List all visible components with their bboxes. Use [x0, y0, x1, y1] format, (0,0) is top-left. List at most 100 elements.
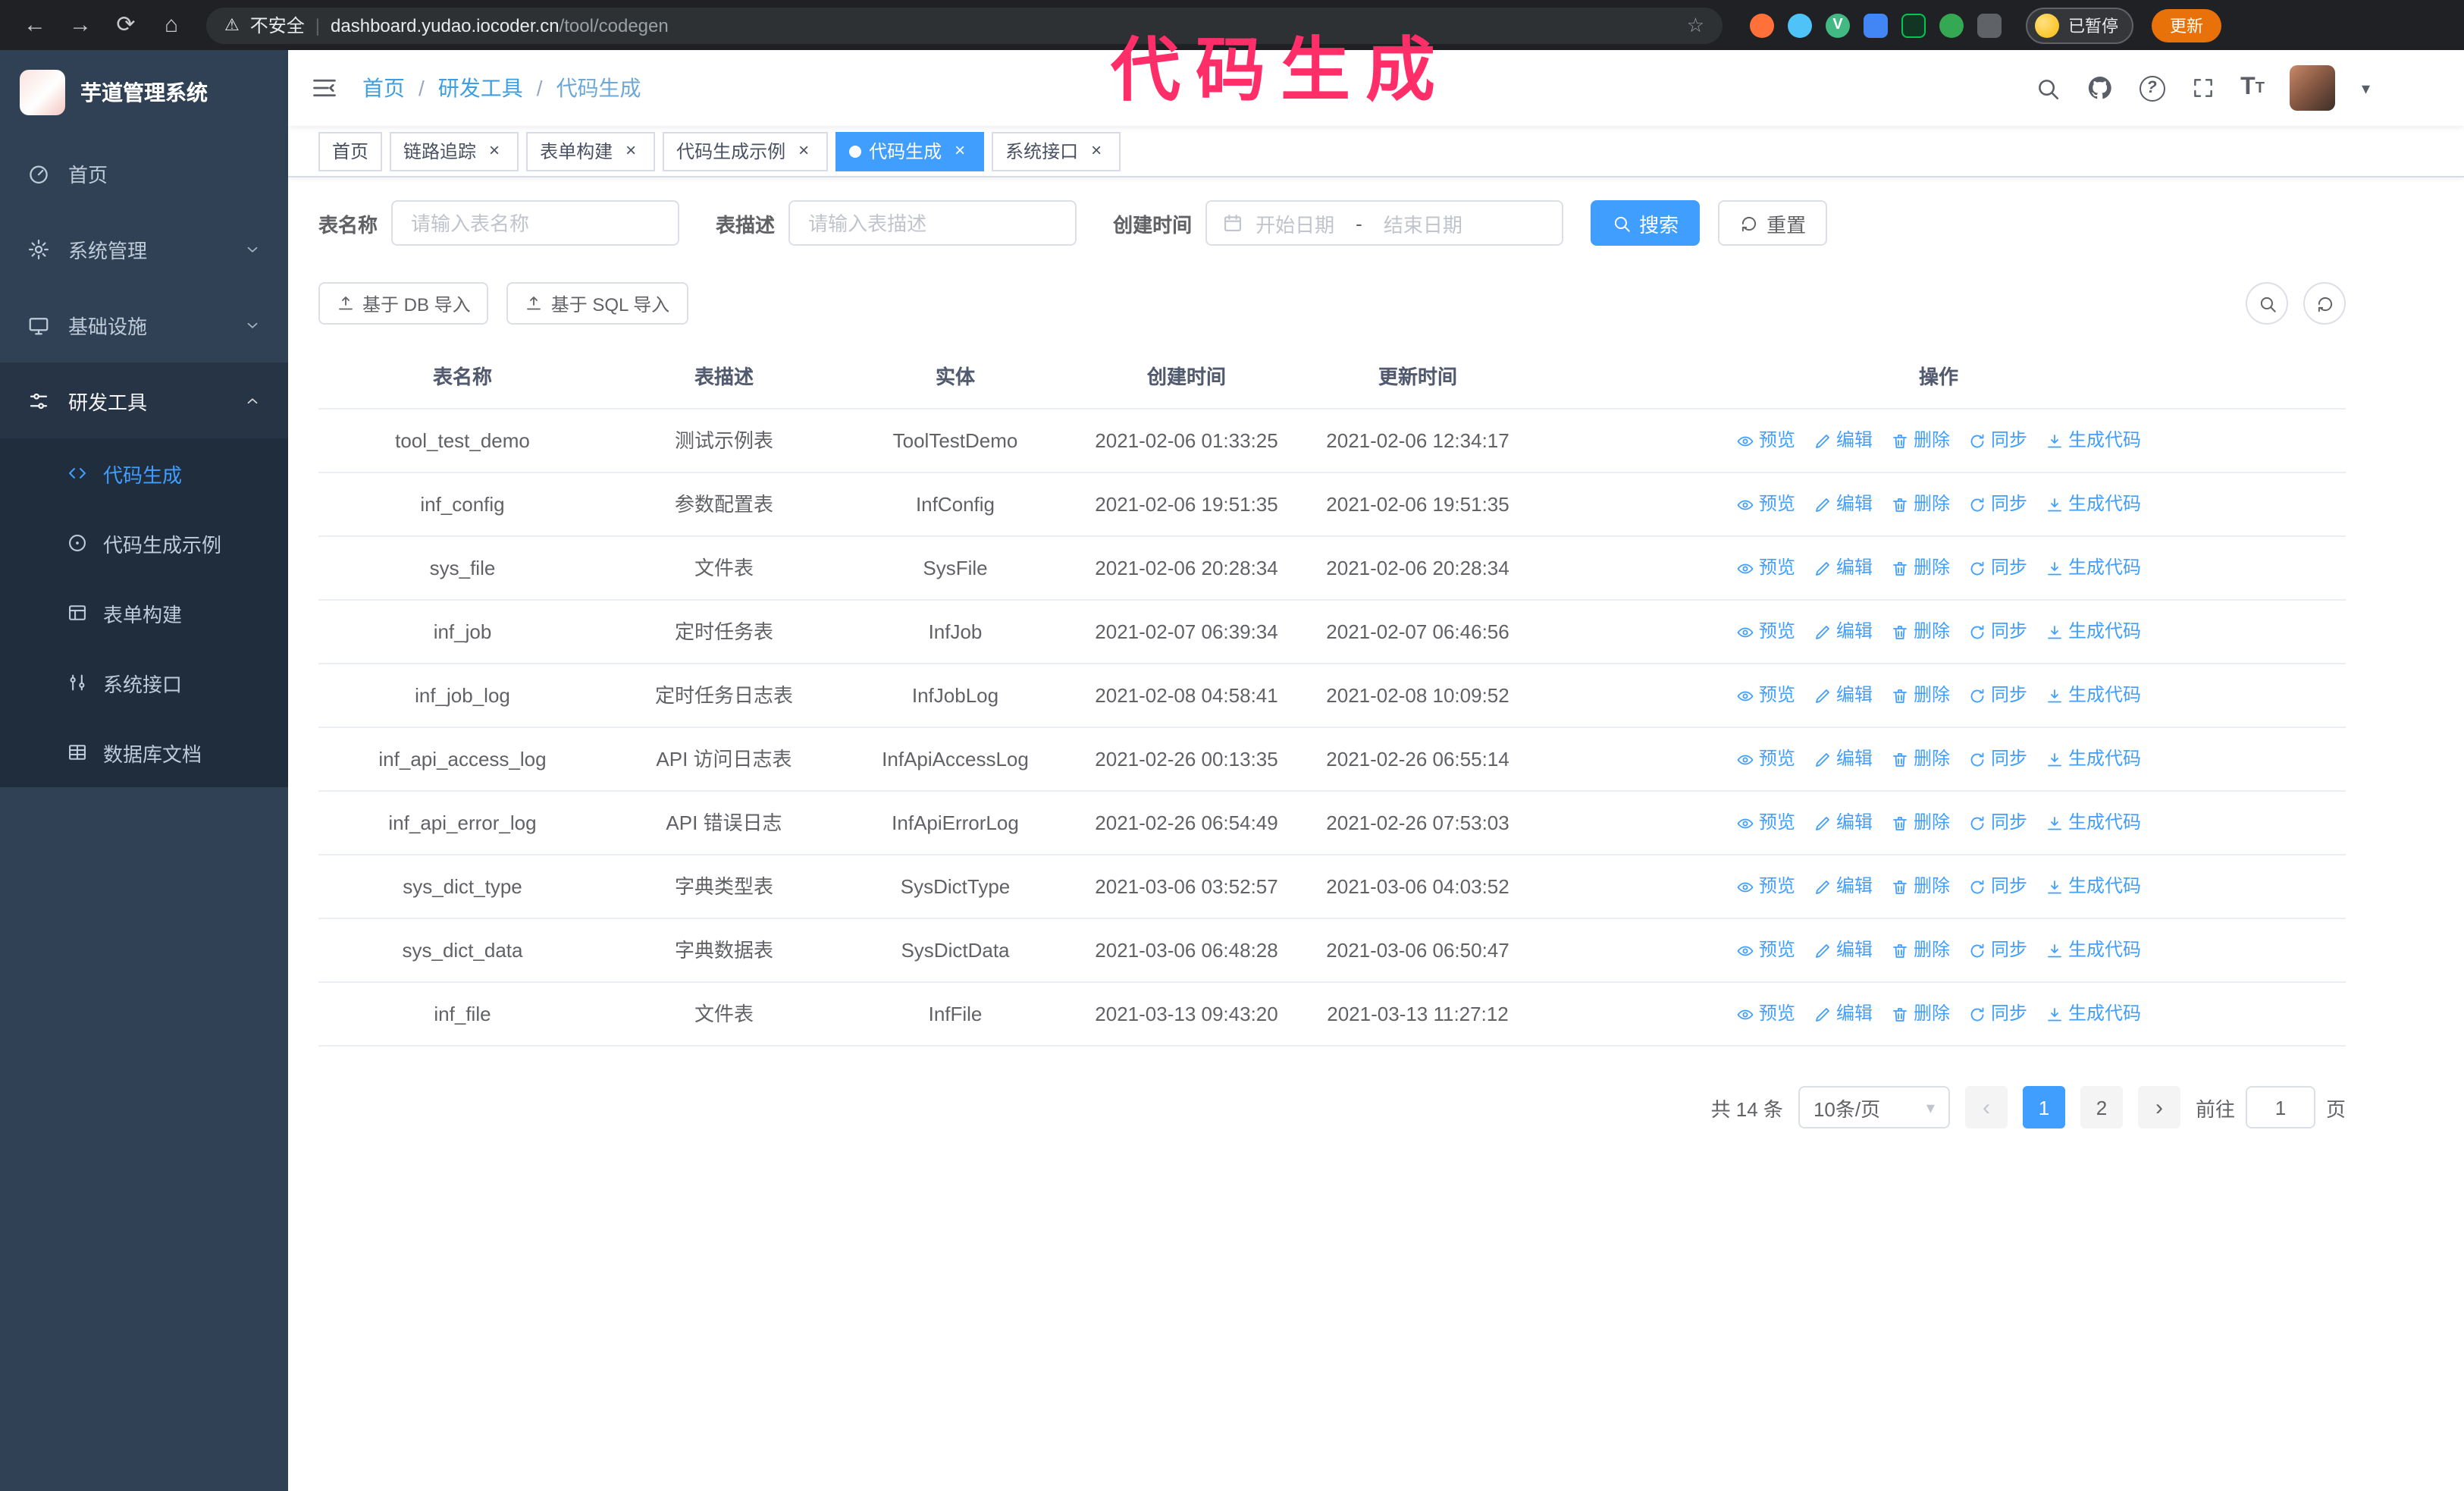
tab-codegen-example[interactable]: 代码生成示例 × — [663, 131, 829, 171]
tab-close-icon[interactable]: × — [484, 140, 505, 162]
generate-code-link[interactable]: 生成代码 — [2045, 743, 2141, 775]
sync-link[interactable]: 同步 — [1968, 488, 2027, 520]
tab-api[interactable]: 系统接口 × — [992, 131, 1121, 171]
preview-link[interactable]: 预览 — [1736, 998, 1795, 1030]
refresh-table-button[interactable] — [2303, 282, 2346, 325]
font-size-icon[interactable]: TT — [2240, 74, 2265, 102]
tab-close-icon[interactable]: × — [1086, 140, 1107, 162]
tab-close-icon[interactable]: × — [949, 140, 970, 162]
preview-link[interactable]: 预览 — [1736, 552, 1795, 584]
preview-link[interactable]: 预览 — [1736, 425, 1795, 457]
extension-icon-1[interactable] — [1750, 13, 1774, 37]
preview-link[interactable]: 预览 — [1736, 743, 1795, 775]
table-name-input[interactable] — [391, 200, 680, 246]
sidebar-subitem-form-builder[interactable]: 表单构建 — [0, 578, 288, 648]
sync-link[interactable]: 同步 — [1968, 616, 2027, 648]
sidebar-item-devtools[interactable]: 研发工具 — [0, 363, 288, 438]
sync-link[interactable]: 同步 — [1968, 807, 2027, 839]
hamburger-icon[interactable] — [311, 74, 338, 102]
extension-icon-6[interactable] — [1939, 13, 1964, 37]
sidebar-item-infrastructure[interactable]: 基础设施 — [0, 287, 288, 363]
sidebar-item-system[interactable]: 系统管理 — [0, 211, 288, 287]
delete-link[interactable]: 删除 — [1891, 934, 1950, 966]
page-size-select[interactable]: 10条/页 ▾ — [1798, 1086, 1950, 1128]
toggle-search-button[interactable] — [2246, 282, 2288, 325]
breadcrumb-home[interactable]: 首页 — [362, 73, 405, 103]
edit-link[interactable]: 编辑 — [1814, 998, 1873, 1030]
edit-link[interactable]: 编辑 — [1814, 680, 1873, 711]
delete-link[interactable]: 删除 — [1891, 425, 1950, 457]
bookmark-star-icon[interactable]: ☆ — [1687, 13, 1704, 37]
delete-link[interactable]: 删除 — [1891, 616, 1950, 648]
sidebar-item-home[interactable]: 首页 — [0, 135, 288, 211]
page-button-2[interactable]: 2 — [2080, 1086, 2123, 1128]
forward-icon[interactable]: → — [61, 0, 100, 50]
page-button-1[interactable]: 1 — [2022, 1086, 2065, 1128]
extension-icon-vue[interactable]: V — [1826, 13, 1850, 37]
update-button[interactable]: 更新 — [2152, 8, 2221, 42]
delete-link[interactable]: 删除 — [1891, 871, 1950, 902]
sync-link[interactable]: 同步 — [1968, 552, 2027, 584]
github-icon[interactable] — [2086, 74, 2113, 102]
delete-link[interactable]: 删除 — [1891, 807, 1950, 839]
sidebar-subitem-db-doc[interactable]: 数据库文档 — [0, 717, 288, 787]
user-avatar[interactable] — [2290, 65, 2336, 111]
caret-down-icon[interactable]: ▾ — [2362, 78, 2370, 98]
fullscreen-icon[interactable] — [2190, 76, 2215, 100]
preview-link[interactable]: 预览 — [1736, 616, 1795, 648]
home-icon[interactable]: ⌂ — [152, 0, 191, 50]
edit-link[interactable]: 编辑 — [1814, 616, 1873, 648]
edit-link[interactable]: 编辑 — [1814, 934, 1873, 966]
tab-codegen[interactable]: 代码生成 × — [835, 131, 985, 171]
generate-code-link[interactable]: 生成代码 — [2045, 807, 2141, 839]
generate-code-link[interactable]: 生成代码 — [2045, 871, 2141, 902]
sync-link[interactable]: 同步 — [1968, 934, 2027, 966]
back-icon[interactable]: ← — [15, 0, 55, 50]
edit-link[interactable]: 编辑 — [1814, 425, 1873, 457]
preview-link[interactable]: 预览 — [1736, 934, 1795, 966]
sync-link[interactable]: 同步 — [1968, 743, 2027, 775]
generate-code-link[interactable]: 生成代码 — [2045, 425, 2141, 457]
delete-link[interactable]: 删除 — [1891, 488, 1950, 520]
edit-link[interactable]: 编辑 — [1814, 807, 1873, 839]
delete-link[interactable]: 删除 — [1891, 998, 1950, 1030]
profile-chip[interactable]: 已暂停 — [2026, 7, 2133, 43]
sidebar-subitem-codegen[interactable]: 代码生成 — [0, 438, 288, 508]
reset-button[interactable]: 重置 — [1718, 200, 1828, 246]
extension-icon-7[interactable] — [1977, 13, 2002, 37]
generate-code-link[interactable]: 生成代码 — [2045, 488, 2141, 520]
table-desc-input[interactable] — [788, 200, 1077, 246]
generate-code-link[interactable]: 生成代码 — [2045, 680, 2141, 711]
preview-link[interactable]: 预览 — [1736, 488, 1795, 520]
prev-page-button[interactable]: ‹ — [1964, 1086, 2008, 1128]
preview-link[interactable]: 预览 — [1736, 871, 1795, 902]
generate-code-link[interactable]: 生成代码 — [2045, 552, 2141, 584]
delete-link[interactable]: 删除 — [1891, 552, 1950, 584]
edit-link[interactable]: 编辑 — [1814, 871, 1873, 902]
sidebar-subitem-api[interactable]: 系统接口 — [0, 648, 288, 717]
tab-form-builder[interactable]: 表单构建 × — [526, 131, 656, 171]
search-icon[interactable] — [2034, 75, 2060, 101]
extension-icon-4[interactable] — [1864, 13, 1888, 37]
logo[interactable]: 芋道管理系统 — [0, 50, 288, 135]
next-page-button[interactable]: › — [2137, 1086, 2180, 1128]
sidebar-subitem-codegen-example[interactable]: 代码生成示例 — [0, 508, 288, 578]
import-sql-button[interactable]: 基于 SQL 导入 — [506, 282, 688, 325]
reload-icon[interactable]: ⟳ — [106, 0, 146, 50]
extension-icon-2[interactable] — [1788, 13, 1812, 37]
sync-link[interactable]: 同步 — [1968, 680, 2027, 711]
tab-close-icon[interactable]: × — [793, 140, 814, 162]
generate-code-link[interactable]: 生成代码 — [2045, 998, 2141, 1030]
goto-page-input[interactable] — [2245, 1086, 2315, 1128]
delete-link[interactable]: 删除 — [1891, 680, 1950, 711]
generate-code-link[interactable]: 生成代码 — [2045, 616, 2141, 648]
date-range-picker[interactable]: 开始日期 - 结束日期 — [1205, 200, 1564, 246]
import-db-button[interactable]: 基于 DB 导入 — [318, 282, 489, 325]
edit-link[interactable]: 编辑 — [1814, 552, 1873, 584]
help-icon[interactable]: ? — [2139, 75, 2165, 101]
sync-link[interactable]: 同步 — [1968, 998, 2027, 1030]
address-bar[interactable]: ⚠ 不安全 | dashboard.yudao.iocoder.cn/tool/… — [206, 7, 1723, 43]
search-button[interactable]: 搜索 — [1591, 200, 1701, 246]
generate-code-link[interactable]: 生成代码 — [2045, 934, 2141, 966]
tab-home[interactable]: 首页 — [318, 131, 383, 171]
